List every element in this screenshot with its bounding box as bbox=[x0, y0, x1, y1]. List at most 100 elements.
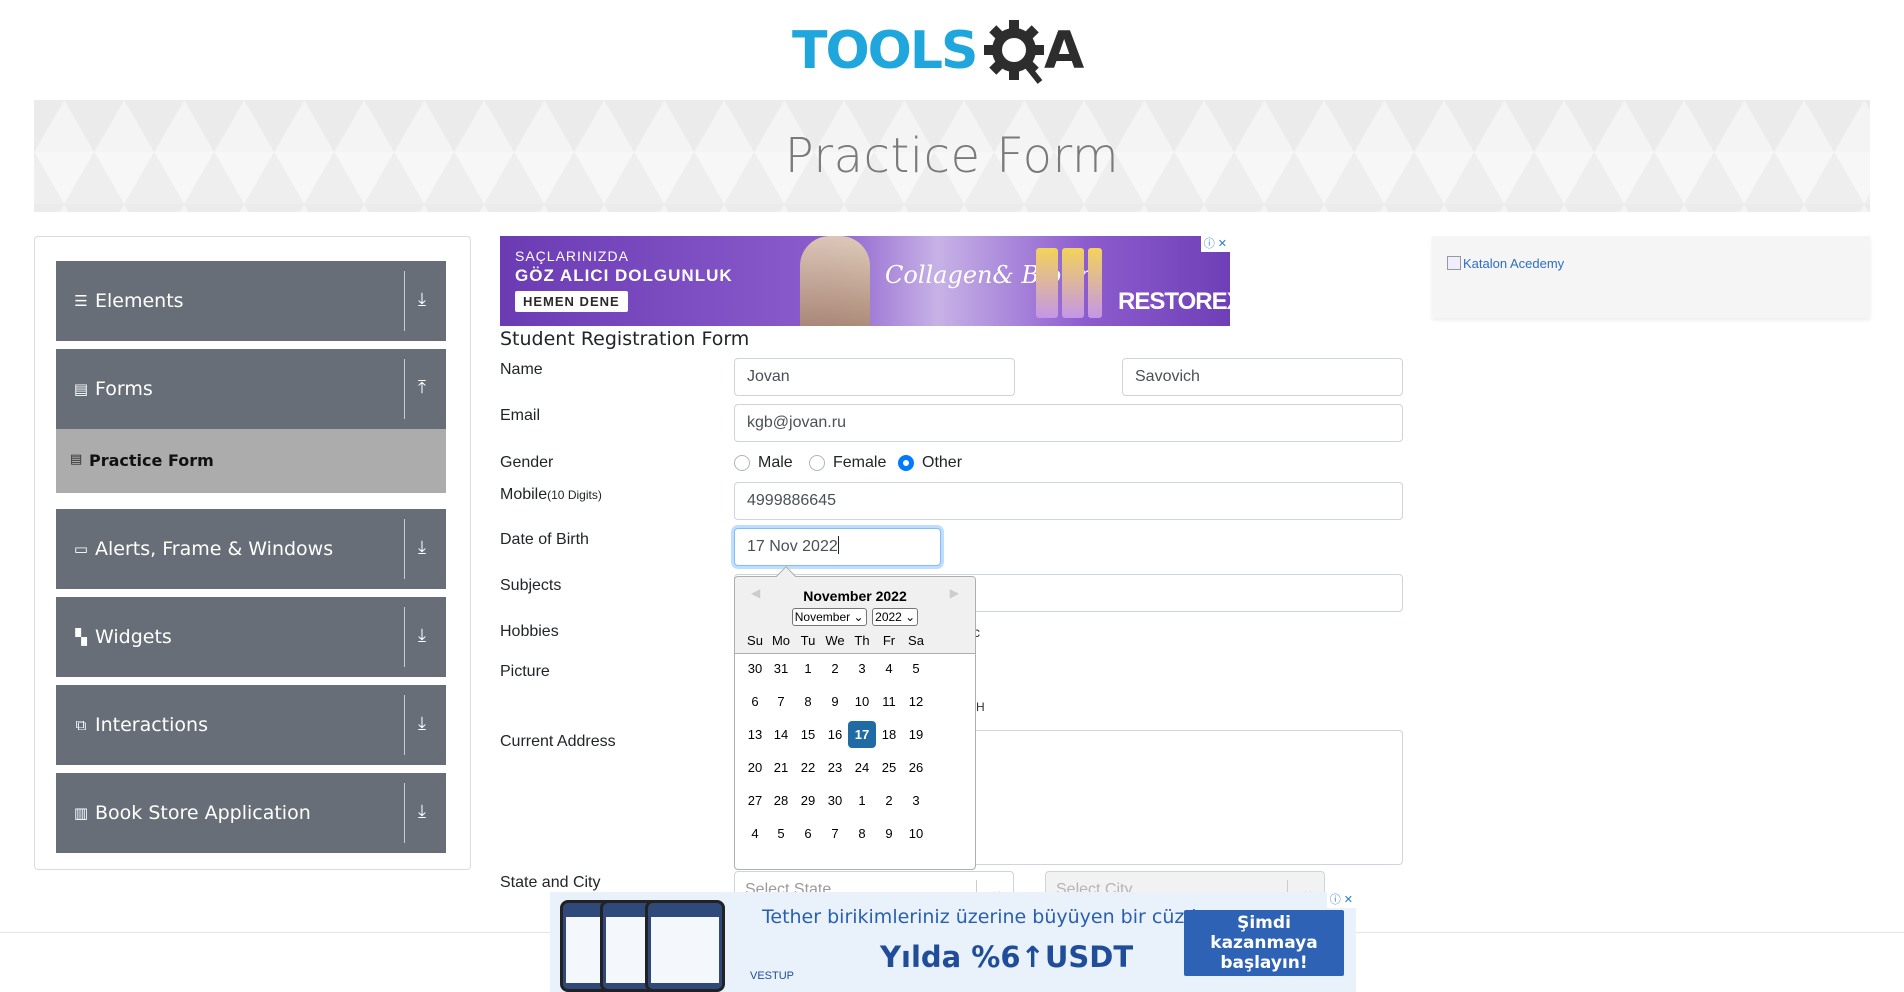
hamburger-icon: ☰ bbox=[74, 293, 88, 310]
sidebar-group-elements[interactable]: ☰ Elements ⤓ bbox=[56, 261, 446, 341]
bottom-advertisement[interactable]: Tether birikimleriniz üzerine büyüyen bi… bbox=[550, 892, 1356, 992]
hobbies-label: Hobbies bbox=[500, 623, 559, 640]
broken-image-alt[interactable]: Katalon Acedemy bbox=[1447, 256, 1564, 271]
mobile-input[interactable]: 4999886645 bbox=[734, 482, 1403, 520]
top-advertisement[interactable]: SAÇLARINIZDA GÖZ ALICI DOLGUNLUK HEMEN D… bbox=[500, 236, 1230, 326]
gender-label: Gender bbox=[500, 454, 554, 471]
calendar-day[interactable]: 16 bbox=[821, 721, 849, 748]
dob-input[interactable]: 17 Nov 2022 bbox=[734, 528, 941, 566]
sidebar-group-interactions[interactable]: ⧉ Interactions ⤓ bbox=[56, 685, 446, 765]
calendar-day[interactable]: 19 bbox=[902, 721, 930, 748]
calendar-day[interactable]: 7 bbox=[821, 820, 849, 847]
calendar-day[interactable]: 4 bbox=[741, 820, 769, 847]
calendar-day[interactable]: 2 bbox=[875, 787, 903, 814]
calendar-day[interactable]: 6 bbox=[741, 688, 769, 715]
sidebar-group-forms[interactable]: ▤ Forms ⤒ bbox=[56, 349, 446, 429]
gender-radio-female[interactable]: Female bbox=[809, 454, 886, 472]
calendar-day[interactable]: 9 bbox=[875, 820, 903, 847]
gender-radio-male[interactable]: Male bbox=[734, 454, 793, 472]
gender-radio-other[interactable]: Other bbox=[898, 454, 962, 472]
books-icon: ▥ bbox=[73, 805, 89, 822]
first-name-input[interactable]: Jovan bbox=[734, 358, 1015, 396]
calendar-day[interactable]: 31 bbox=[767, 655, 795, 682]
calendar-day[interactable]: 3 bbox=[848, 655, 876, 682]
calendar-day[interactable]: 9 bbox=[821, 688, 849, 715]
radio-circle[interactable] bbox=[734, 455, 750, 471]
calendar-day[interactable]: 21 bbox=[767, 754, 795, 781]
calendar-day[interactable]: 1 bbox=[794, 655, 822, 682]
upload-icon[interactable]: ⤒ bbox=[418, 377, 426, 398]
calendar-day[interactable]: 5 bbox=[767, 820, 795, 847]
logo-text-tools: TOOLS bbox=[792, 21, 976, 81]
calendar-day[interactable]: 25 bbox=[875, 754, 903, 781]
calendar-day[interactable]: 13 bbox=[741, 721, 769, 748]
right-advertisement[interactable]: Katalon Acedemy bbox=[1432, 236, 1870, 318]
document-icon: ▤ bbox=[70, 451, 83, 466]
picture-upload-partial[interactable]: H bbox=[976, 700, 985, 714]
calendar-day[interactable]: 10 bbox=[848, 688, 876, 715]
datepicker-popup: ◀ ▶ November 2022 November ⌄ 2022 ⌄ Su Mo… bbox=[734, 566, 976, 870]
calendar-day[interactable]: 18 bbox=[875, 721, 903, 748]
calendar-day[interactable]: 23 bbox=[821, 754, 849, 781]
calendar-day[interactable]: 8 bbox=[794, 688, 822, 715]
calendar-day[interactable]: 4 bbox=[875, 655, 903, 682]
download-icon[interactable]: ⤓ bbox=[418, 625, 426, 646]
mobile-label-text: Mobile bbox=[500, 486, 548, 503]
ad-choices-icon[interactable]: ⓘ ✕ bbox=[1326, 892, 1356, 908]
calendar-day[interactable]: 5 bbox=[902, 655, 930, 682]
year-select-value: 2022 bbox=[875, 610, 902, 624]
calendar-day[interactable]: 6 bbox=[794, 820, 822, 847]
radio-circle-selected[interactable] bbox=[898, 455, 914, 471]
calendar-day[interactable]: 14 bbox=[767, 721, 795, 748]
radio-label: Male bbox=[758, 454, 793, 471]
calendar-day[interactable]: 15 bbox=[794, 721, 822, 748]
month-select[interactable]: November ⌄ bbox=[791, 608, 867, 626]
download-icon[interactable]: ⤓ bbox=[418, 289, 426, 310]
download-icon[interactable]: ⤓ bbox=[418, 801, 426, 822]
ad-phones-image bbox=[560, 900, 730, 992]
calendar-day[interactable]: 30 bbox=[821, 787, 849, 814]
calendar-day[interactable]: 3 bbox=[902, 787, 930, 814]
sidebar-item-practice-form[interactable]: ▤ Practice Form bbox=[56, 429, 446, 493]
calendar-day[interactable]: 29 bbox=[794, 787, 822, 814]
calendar-day[interactable]: 1 bbox=[848, 787, 876, 814]
subjects-label: Subjects bbox=[500, 577, 562, 594]
calendar-day[interactable]: 8 bbox=[848, 820, 876, 847]
download-icon[interactable]: ⤓ bbox=[418, 713, 426, 734]
calendar-day[interactable]: 24 bbox=[848, 754, 876, 781]
last-name-input[interactable]: Savovich bbox=[1122, 358, 1403, 396]
form-title: Student Registration Form bbox=[500, 328, 750, 350]
sidebar-group-book-store[interactable]: ▥ Book Store Application ⤓ bbox=[56, 773, 446, 853]
ad-brand: RESTOREX bbox=[1118, 288, 1230, 315]
calendar-day[interactable]: 20 bbox=[741, 754, 769, 781]
sidebar-group-alerts[interactable]: ▭ Alerts, Frame & Windows ⤓ bbox=[56, 509, 446, 589]
calendar-day[interactable]: 27 bbox=[741, 787, 769, 814]
calendar-day[interactable]: 30 bbox=[741, 655, 769, 682]
email-input[interactable]: kgb@jovan.ru bbox=[734, 404, 1403, 442]
calendar-day[interactable]: 12 bbox=[902, 688, 930, 715]
grid-icon: ▚ bbox=[75, 629, 87, 646]
ad-cta-button[interactable]: HEMEN DENE bbox=[515, 291, 628, 312]
calendar-day[interactable]: 22 bbox=[794, 754, 822, 781]
dob-value: 17 Nov 2022 bbox=[747, 538, 838, 555]
calendar-day[interactable]: 28 bbox=[767, 787, 795, 814]
state-city-label: State and City bbox=[500, 874, 601, 891]
download-icon[interactable]: ⤓ bbox=[418, 537, 426, 558]
calendar-day[interactable]: 11 bbox=[875, 688, 903, 715]
sidebar-group-label: Forms bbox=[95, 378, 153, 400]
calendar-day[interactable]: 10 bbox=[902, 820, 930, 847]
calendar-day[interactable]: 2 bbox=[821, 655, 849, 682]
calendar-day[interactable]: 26 bbox=[902, 754, 930, 781]
selected-day[interactable]: 17 bbox=[848, 721, 876, 748]
radio-circle[interactable] bbox=[809, 455, 825, 471]
calendar-day[interactable]: 7 bbox=[767, 688, 795, 715]
sidebar-group-widgets[interactable]: ▚ Widgets ⤓ bbox=[56, 597, 446, 677]
ad-cta-button[interactable]: Şimdi kazanmaya başlayın! bbox=[1184, 910, 1344, 976]
sidebar-item-label: Practice Form bbox=[89, 451, 214, 470]
text-caret bbox=[837, 536, 839, 554]
sidebar-group-label: Interactions bbox=[95, 714, 208, 736]
toolsqa-logo[interactable]: TOOLS A bbox=[792, 16, 1116, 90]
ad-choices-icon[interactable]: ⓘ ✕ bbox=[1200, 236, 1230, 252]
logo-text-a: A bbox=[1044, 21, 1084, 81]
year-select[interactable]: 2022 ⌄ bbox=[872, 608, 919, 626]
